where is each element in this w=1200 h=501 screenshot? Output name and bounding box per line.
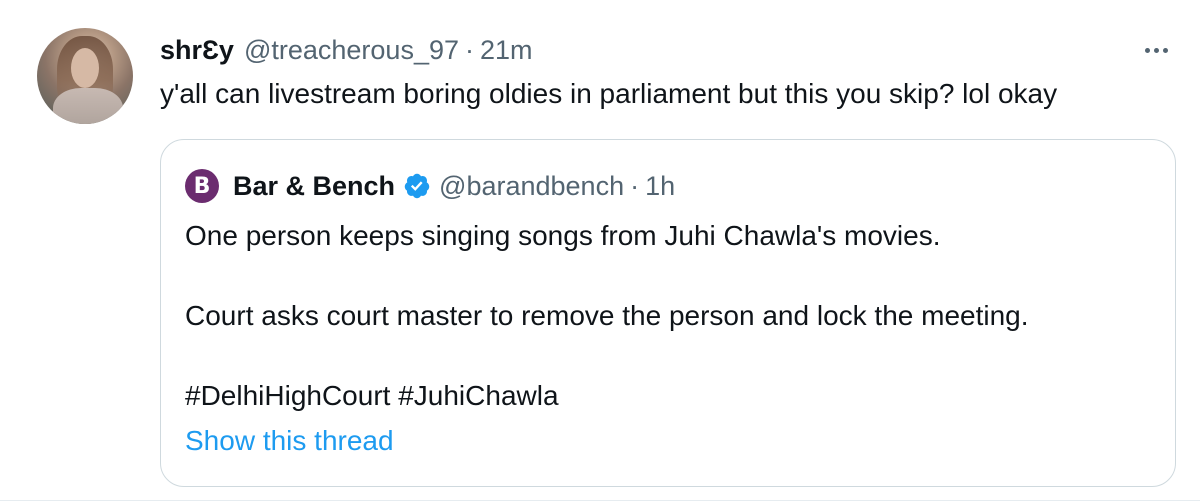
avatar-face — [71, 48, 99, 88]
quoted-avatar[interactable]: B — [185, 169, 219, 203]
quoted-avatar-letter: B — [193, 173, 211, 199]
display-name[interactable]: shrƐy — [160, 35, 234, 66]
quoted-tweet-text: One person keeps singing songs from Juhi… — [185, 216, 1029, 416]
quoted-tweet-header: B Bar & Bench @barandbench · 1h — [185, 168, 675, 204]
user-avatar[interactable] — [37, 28, 133, 124]
more-options-button[interactable] — [1138, 38, 1174, 62]
quoted-display-name[interactable]: Bar & Bench — [233, 171, 395, 202]
quoted-user-handle[interactable]: @barandbench — [439, 171, 624, 202]
quoted-timestamp[interactable]: 1h — [645, 171, 675, 202]
quoted-text-line: Court asks court master to remove the pe… — [185, 300, 1029, 331]
quoted-text-line: One person keeps singing songs from Juhi… — [185, 220, 941, 251]
tweet-timestamp[interactable]: 21m — [480, 35, 533, 66]
user-handle[interactable]: @treacherous_97 — [244, 35, 459, 66]
tweet[interactable]: shrƐy @treacherous_97 · 21m y'all can li… — [0, 0, 1200, 501]
verified-badge-icon — [404, 173, 430, 199]
tweet-header: shrƐy @treacherous_97 · 21m — [160, 32, 533, 68]
separator-dot: · — [465, 34, 474, 65]
quoted-hashtags[interactable]: #DelhiHighCourt #JuhiChawla — [185, 376, 1029, 416]
quoted-separator-dot: · — [630, 170, 640, 201]
quoted-tweet[interactable]: B Bar & Bench @barandbench · 1h One pers… — [160, 139, 1176, 487]
more-horizontal-icon — [1144, 47, 1168, 53]
show-thread-link[interactable]: Show this thread — [185, 425, 394, 457]
tweet-text: y'all can livestream boring oldies in pa… — [160, 78, 1058, 109]
avatar-body — [53, 88, 123, 124]
